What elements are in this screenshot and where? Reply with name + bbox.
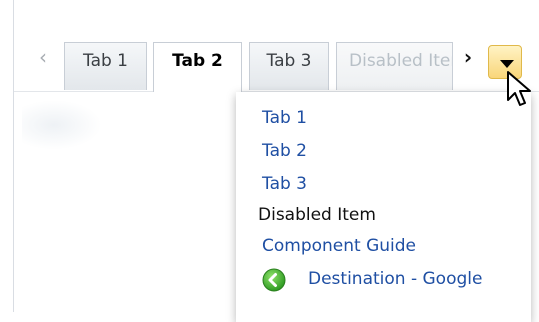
mouse-pointer-icon [507,71,531,106]
tab-1[interactable]: Tab 1 [64,42,147,90]
tab-2-selected[interactable]: Tab 2 [153,42,242,92]
left-border [13,0,14,312]
menu-item-component-guide[interactable]: Component Guide [262,235,416,257]
caret-down-icon [500,60,514,68]
green-back-arrow-icon [262,268,286,292]
background-smudge [22,100,102,150]
menu-item-disabled: Disabled Item [258,205,376,225]
tab-3[interactable]: Tab 3 [249,42,329,90]
menu-item-tab-2[interactable]: Tab 2 [262,140,307,162]
menu-item-tab-3[interactable]: Tab 3 [262,173,307,195]
tab-disabled-item: Disabled Item [336,42,453,90]
scroll-right-chevron-icon[interactable]: › [460,44,476,70]
menu-item-destination-google-label: Destination - Google [308,269,483,289]
menu-item-tab-1[interactable]: Tab 1 [262,107,307,129]
scroll-left-chevron-icon[interactable]: ‹ [36,44,50,70]
overflow-dropdown-menu: Tab 1 Tab 2 Tab 3 Disabled Item Componen… [236,92,531,322]
